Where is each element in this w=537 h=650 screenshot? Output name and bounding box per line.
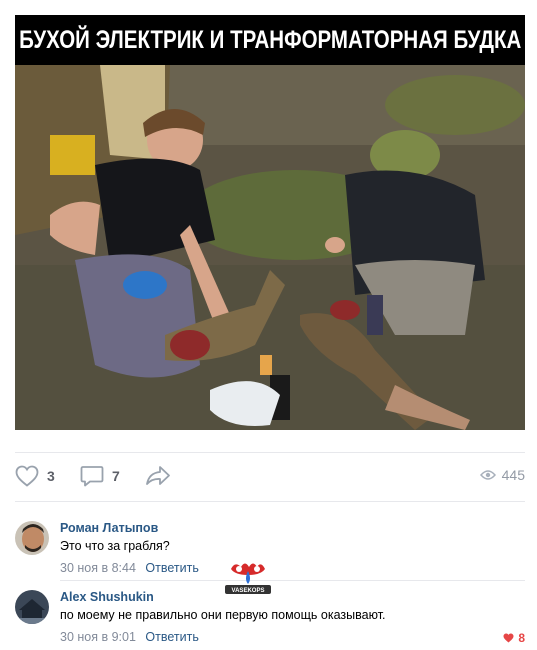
- like-button[interactable]: 3: [15, 465, 55, 487]
- eye-icon: [479, 470, 496, 480]
- avatar[interactable]: [15, 590, 49, 624]
- reply-button[interactable]: Ответить: [145, 630, 198, 644]
- post-image[interactable]: БУХОЙ ЭЛЕКТРИК И ТРАНФОРМАТОРНАЯ БУДКА: [15, 15, 525, 430]
- image-caption-band: БУХОЙ ЭЛЕКТРИК И ТРАНФОРМАТОРНАЯ БУДКА: [15, 15, 525, 65]
- comment-date[interactable]: 30 ноя в 8:44: [60, 561, 136, 575]
- comment-like-button[interactable]: 8: [503, 631, 525, 645]
- comment-meta: 30 ноя в 9:01 Ответить: [60, 630, 199, 644]
- post-photo: [15, 65, 525, 430]
- image-caption: БУХОЙ ЭЛЕКТРИК И ТРАНФОРМАТОРНАЯ БУДКА: [18, 25, 522, 54]
- actions-divider: [15, 501, 525, 502]
- comment-date[interactable]: 30 ноя в 9:01: [60, 630, 136, 644]
- reply-button[interactable]: Ответить: [145, 561, 198, 575]
- watermark-logo: VASEKOPS: [225, 563, 271, 594]
- post-actions-bar: 3 7 445: [0, 455, 537, 495]
- comment-text: по моему не правильно они первую помощь …: [60, 608, 386, 622]
- comment-divider: [60, 580, 525, 581]
- comments-count: 7: [112, 468, 120, 484]
- heart-filled-icon: [503, 633, 514, 643]
- comment-likes-count: 8: [518, 631, 525, 645]
- comment-bubble-icon: [80, 466, 104, 487]
- comment-text: Это что за грабля?: [60, 539, 170, 553]
- share-button[interactable]: [145, 465, 171, 487]
- comment-meta: 30 ноя в 8:44 Ответить: [60, 561, 199, 575]
- views-counter: 445: [479, 467, 525, 483]
- watermark-label: VASEKOPS: [232, 588, 265, 594]
- comment-button[interactable]: 7: [80, 465, 120, 487]
- comment-author[interactable]: Alex Shushukin: [60, 590, 154, 604]
- comment-item: Alex Shushukin по моему не правильно они…: [15, 590, 525, 650]
- post-divider: [15, 452, 525, 453]
- heart-outline-icon: [15, 465, 39, 487]
- comment-author[interactable]: Роман Латыпов: [60, 521, 158, 535]
- avatar[interactable]: [15, 521, 49, 555]
- likes-count: 3: [47, 468, 55, 484]
- views-count: 445: [501, 467, 525, 483]
- share-arrow-icon: [146, 466, 170, 485]
